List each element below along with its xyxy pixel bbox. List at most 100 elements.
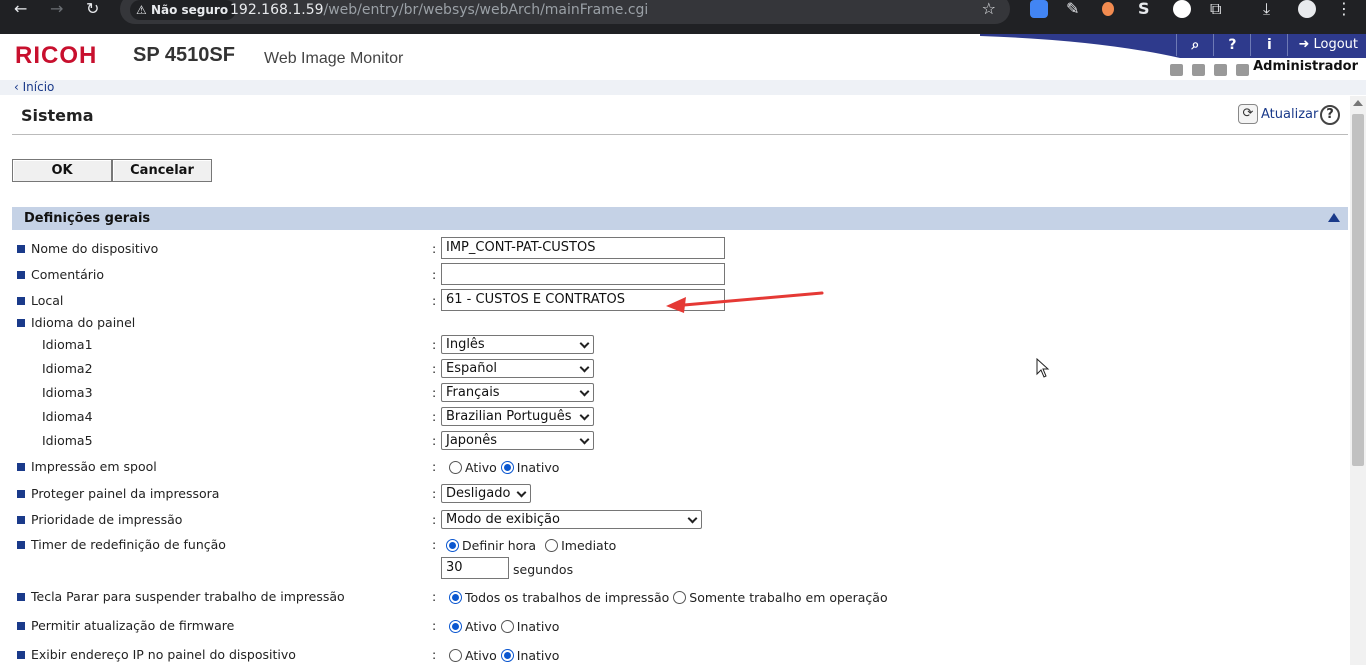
select-value: Brazilian Português bbox=[446, 409, 572, 424]
print-priority-select[interactable]: Modo de exibição bbox=[441, 510, 702, 529]
select-value: Japonês bbox=[446, 433, 498, 448]
s-extension-icon[interactable]: S bbox=[1138, 0, 1150, 20]
radio-label: Inativo bbox=[516, 619, 560, 634]
colon: : bbox=[432, 293, 437, 308]
reload-icon[interactable]: ↻ bbox=[86, 0, 99, 20]
colon: : bbox=[432, 537, 437, 552]
label-text: Tecla Parar para suspender trabalho de i… bbox=[31, 589, 345, 604]
section-header-general[interactable]: Definições gerais bbox=[12, 207, 1348, 230]
annotation-arrow-icon bbox=[666, 291, 824, 313]
show-ip-active-radio[interactable] bbox=[449, 649, 462, 662]
firmware-update-active-radio[interactable] bbox=[449, 620, 462, 633]
browser-menu-icon[interactable]: ⋮ bbox=[1336, 0, 1352, 20]
firmware-update-label: Permitir atualização de firmware bbox=[17, 618, 234, 633]
eyedropper-extension-icon[interactable]: ✎ bbox=[1066, 0, 1079, 20]
collapse-icon[interactable] bbox=[1328, 213, 1340, 222]
stop-key-label: Tecla Parar para suspender trabalho de i… bbox=[17, 589, 345, 604]
bullet-icon bbox=[17, 296, 25, 305]
refresh-icon: ⟳ bbox=[1238, 104, 1258, 124]
show-ip-inactive-radio[interactable] bbox=[500, 649, 514, 662]
ricoh-logo: RICOH bbox=[15, 42, 98, 69]
label-text: Comentário bbox=[31, 267, 104, 282]
firmware-update-inactive-radio[interactable] bbox=[500, 620, 514, 633]
firmware-update-radio-group: Ativo Inativo bbox=[449, 619, 563, 634]
browser-toolbar: ← → ↻ ⚠ Não seguro 192.168.1.59/web/entr… bbox=[0, 0, 1366, 34]
bullet-icon bbox=[17, 270, 25, 279]
show-ip-radio-group: Ativo Inativo bbox=[449, 648, 563, 663]
language1-label: Idioma1 bbox=[42, 337, 93, 352]
reset-timer-seconds-input[interactable]: 30 bbox=[441, 557, 509, 579]
user-status-icon[interactable] bbox=[1214, 64, 1227, 76]
profile-avatar-icon[interactable] bbox=[1298, 0, 1316, 18]
bullet-icon bbox=[17, 318, 25, 327]
chevron-down-icon bbox=[516, 487, 527, 498]
header-toolbar: ⌕ ? i ➜ Logout bbox=[1176, 34, 1366, 56]
label-text: Nome do dispositivo bbox=[31, 241, 159, 256]
bullet-icon bbox=[17, 489, 25, 498]
spool-active-radio[interactable] bbox=[449, 461, 462, 474]
section-title: Definições gerais bbox=[24, 211, 151, 226]
scrollbar-thumb[interactable] bbox=[1352, 114, 1364, 466]
colon: : bbox=[432, 267, 437, 282]
reset-timer-label: Timer de redefinição de função bbox=[17, 537, 226, 552]
download-icon[interactable]: ⤓ bbox=[1263, 0, 1270, 20]
bookmark-star-icon[interactable]: ☆ bbox=[982, 0, 996, 18]
bullet-icon bbox=[17, 515, 25, 524]
reset-timer-set-time-radio[interactable] bbox=[446, 539, 459, 552]
logout-button[interactable]: ➜ Logout bbox=[1287, 34, 1366, 56]
radio-label: Todos os trabalhos de impressão bbox=[465, 590, 670, 605]
select-value: Desligado bbox=[446, 486, 511, 501]
select-value: Modo de exibição bbox=[446, 512, 560, 527]
comment-input[interactable] bbox=[441, 263, 725, 285]
radio-label: Inativo bbox=[516, 648, 560, 663]
forward-icon[interactable]: → bbox=[50, 0, 63, 20]
protect-panel-select[interactable]: Desligado bbox=[441, 484, 531, 503]
language2-select[interactable]: Español bbox=[441, 359, 594, 378]
label-text: Permitir atualização de firmware bbox=[31, 618, 235, 633]
m-extension-icon[interactable] bbox=[1173, 0, 1191, 18]
show-ip-label: Exibir endereço IP no painel do disposit… bbox=[17, 647, 296, 662]
stop-key-current-job-radio[interactable] bbox=[673, 591, 687, 604]
radio-label: Somente trabalho em operação bbox=[689, 590, 888, 605]
colon: : bbox=[432, 486, 437, 501]
device-name-input[interactable]: IMP_CONT-PAT-CUSTOS bbox=[441, 237, 725, 259]
reset-timer-immediate-radio[interactable] bbox=[545, 539, 559, 552]
stop-key-all-jobs-radio[interactable] bbox=[449, 591, 462, 604]
network-status-icon[interactable] bbox=[1192, 64, 1205, 76]
language1-select[interactable]: Inglês bbox=[441, 335, 594, 354]
page-help-icon[interactable]: ? bbox=[1320, 105, 1340, 125]
language3-select[interactable]: Français bbox=[441, 383, 594, 402]
search-icon[interactable]: ⌕ bbox=[1176, 34, 1213, 56]
colon: : bbox=[432, 589, 437, 604]
app-name: Web Image Monitor bbox=[264, 50, 404, 67]
language4-label: Idioma4 bbox=[42, 409, 93, 424]
label-text: Idioma do painel bbox=[31, 315, 136, 330]
location-label: Local bbox=[17, 293, 63, 308]
comment-label: Comentário bbox=[17, 267, 104, 282]
language5-select[interactable]: Japonês bbox=[441, 431, 594, 450]
colon: : bbox=[432, 433, 437, 448]
breadcrumb-bar: ‹ Início bbox=[0, 80, 1366, 95]
translate-extension-icon[interactable] bbox=[1030, 0, 1048, 18]
puzzle-extensions-icon[interactable]: ⧉ bbox=[1210, 0, 1221, 20]
user-name: Administrador bbox=[1253, 59, 1358, 74]
scroll-up-icon[interactable] bbox=[1353, 100, 1363, 106]
spool-inactive-radio[interactable] bbox=[500, 461, 514, 474]
document-status-icon[interactable] bbox=[1236, 64, 1249, 76]
cancel-button[interactable]: Cancelar bbox=[112, 159, 212, 182]
ok-button[interactable]: OK bbox=[12, 159, 112, 182]
refresh-button[interactable]: ⟳ Atualizar bbox=[1238, 104, 1318, 124]
address-bar[interactable]: ⚠ Não seguro 192.168.1.59/web/entry/br/w… bbox=[120, 0, 1010, 24]
printer-status-icon[interactable] bbox=[1170, 64, 1183, 76]
help-icon[interactable]: ? bbox=[1213, 34, 1250, 56]
print-priority-label: Prioridade de impressão bbox=[17, 512, 182, 527]
url-text[interactable]: 192.168.1.59/web/entry/br/websys/webArch… bbox=[230, 0, 648, 20]
reset-timer-radio-group: Definir hora Imediato bbox=[446, 538, 620, 553]
back-icon[interactable]: ← bbox=[14, 0, 27, 20]
language4-select[interactable]: Brazilian Português bbox=[441, 407, 594, 426]
breadcrumb-home-link[interactable]: ‹ Início bbox=[14, 80, 54, 94]
info-icon[interactable]: i bbox=[1250, 34, 1287, 56]
extension-icon[interactable] bbox=[1102, 2, 1114, 16]
security-indicator[interactable]: ⚠ Não seguro bbox=[130, 0, 237, 20]
colon: : bbox=[432, 361, 437, 376]
